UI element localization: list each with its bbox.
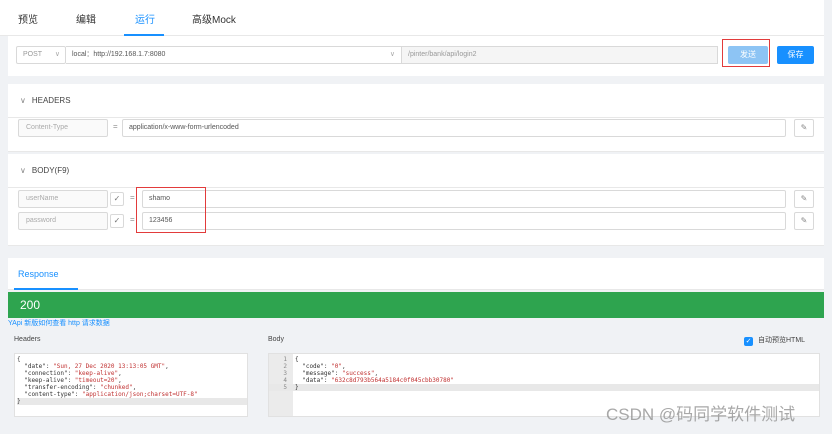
- body-value-field[interactable]: 123456: [142, 212, 786, 230]
- line-number: 5: [283, 384, 287, 391]
- tab-advanced-mock[interactable]: 高级Mock: [192, 11, 236, 26]
- check-icon: ✓: [744, 337, 753, 346]
- active-tab-indicator: [14, 288, 78, 290]
- check-icon[interactable]: ✓: [110, 192, 124, 206]
- header-key-field[interactable]: Content-Type: [18, 119, 108, 137]
- body-label: Body: [268, 336, 284, 343]
- save-button[interactable]: 保存: [777, 46, 814, 64]
- body-title: BODY(F9): [31, 166, 70, 175]
- code-line: "date": "Sun, 27 Dec 2020 13:13:05 GMT",: [17, 363, 169, 370]
- status-code-bar: 200: [8, 292, 824, 318]
- body-panel: ∨ BODY(F9) userName ✓ = shamo ✎ password …: [8, 154, 824, 246]
- header-row: Content-Type = application/x-www-form-ur…: [8, 119, 824, 139]
- chevron-down-icon: ∨: [20, 166, 26, 175]
- code-line: 2 "code": "0",: [269, 363, 819, 370]
- tab-run[interactable]: 运行: [135, 11, 155, 26]
- chevron-down-icon: ∨: [20, 96, 26, 105]
- headers-title: HEADERS: [31, 96, 71, 105]
- code-line: "content-type": "application/json;charse…: [17, 391, 198, 398]
- highlight-box-body-values: [136, 187, 206, 233]
- code-line: }: [17, 398, 247, 405]
- method-value: POST: [23, 51, 43, 58]
- tab-edit[interactable]: 编辑: [76, 11, 96, 26]
- host-select[interactable]: local：http://192.168.1.7:8080 ∨: [66, 46, 402, 64]
- body-row: userName ✓ = shamo ✎: [8, 190, 824, 210]
- chevron-down-icon: ∨: [389, 51, 395, 58]
- code-line: 1{: [269, 356, 819, 363]
- code-line: 3 "message": "success",: [269, 370, 819, 377]
- code-line: "keep-alive": "timeout=20",: [17, 377, 122, 384]
- body-key-field[interactable]: userName: [18, 190, 108, 208]
- edit-icon[interactable]: ✎: [794, 190, 814, 208]
- code-line: 5}: [269, 384, 819, 391]
- response-tab-bar: Response: [8, 258, 824, 290]
- code-line: "transfer-encoding": "chunked",: [17, 384, 137, 391]
- edit-icon[interactable]: ✎: [794, 119, 814, 137]
- response-headers-code[interactable]: { "date": "Sun, 27 Dec 2020 13:13:05 GMT…: [14, 353, 248, 417]
- equals-sign: =: [113, 122, 118, 131]
- line-number: 2: [283, 363, 287, 370]
- headers-label: Headers: [14, 336, 41, 343]
- top-tab-bar: 预览 编辑 运行 高级Mock: [0, 0, 824, 36]
- body-key-field[interactable]: password: [18, 212, 108, 230]
- help-link[interactable]: YApi 新版如何查看 http 请求数据: [8, 318, 110, 328]
- header-value-field[interactable]: application/x-www-form-urlencoded: [122, 119, 786, 137]
- equals-sign: =: [130, 215, 135, 224]
- line-number: 1: [283, 356, 287, 363]
- code-line: "connection": "keep-alive",: [17, 370, 122, 377]
- method-select[interactable]: POST ∨: [16, 46, 66, 64]
- host-value: local：http://192.168.1.7:8080: [72, 51, 166, 58]
- code-line: 4 "data": "632c8d793b564a5184c0f045cbb30…: [269, 377, 819, 384]
- headers-panel-header[interactable]: ∨ HEADERS: [8, 84, 824, 118]
- equals-sign: =: [130, 193, 135, 202]
- tab-preview[interactable]: 预览: [18, 11, 38, 26]
- highlight-box-send: [722, 39, 770, 67]
- line-number: 4: [283, 377, 287, 384]
- preview-label: 自动预览HTML: [758, 337, 806, 344]
- edit-icon[interactable]: ✎: [794, 212, 814, 230]
- check-icon[interactable]: ✓: [110, 214, 124, 228]
- auto-preview-toggle[interactable]: ✓ 自动预览HTML: [744, 335, 805, 346]
- body-row: password ✓ = 123456 ✎: [8, 212, 824, 232]
- headers-panel: ∨ HEADERS Content-Type = application/x-ww…: [8, 84, 824, 152]
- body-value-field[interactable]: shamo: [142, 190, 786, 208]
- line-number: 3: [283, 370, 287, 377]
- path-field[interactable]: /pinter/bank/api/login2: [402, 46, 718, 64]
- body-panel-header[interactable]: ∨ BODY(F9): [8, 154, 824, 188]
- watermark: CSDN @码同学软件测试: [606, 405, 796, 424]
- tab-response[interactable]: Response: [18, 269, 59, 279]
- chevron-down-icon: ∨: [54, 51, 60, 58]
- code-line: {: [17, 356, 21, 363]
- request-bar: POST ∨ local：http://192.168.1.7:8080 ∨ /…: [8, 36, 824, 76]
